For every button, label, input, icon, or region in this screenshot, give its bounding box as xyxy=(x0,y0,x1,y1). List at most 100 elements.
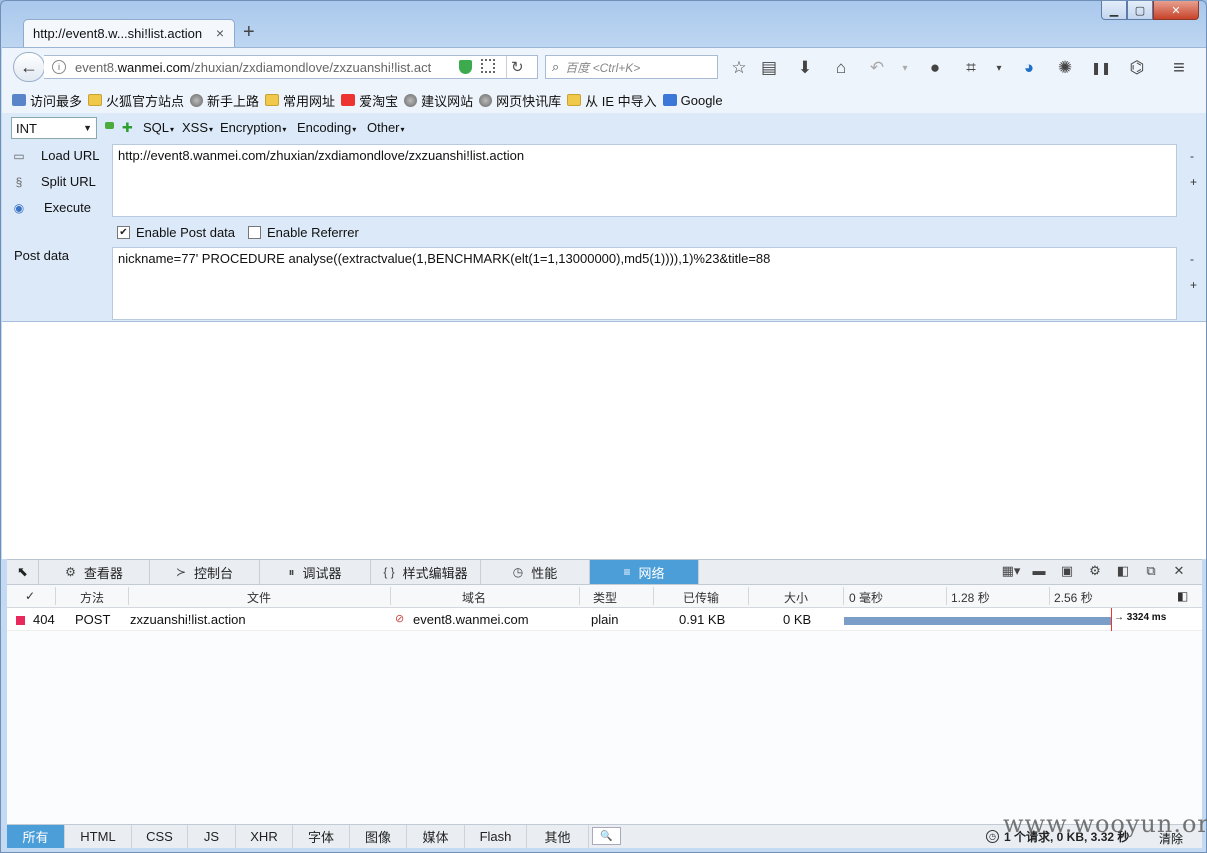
filter-media[interactable]: 媒体 xyxy=(407,825,465,848)
extension-icon[interactable]: ◕ xyxy=(1018,57,1040,79)
close-devtools-icon[interactable]: ✕ xyxy=(1165,563,1193,579)
tab-network[interactable]: ≡ 网络 xyxy=(590,560,699,584)
security-shield-icon[interactable] xyxy=(459,60,472,74)
bookmark-item[interactable]: 爱淘宝 xyxy=(341,91,398,110)
chat-icon[interactable]: ● xyxy=(924,57,946,79)
menu-icon[interactable]: ≡ xyxy=(1168,57,1190,79)
responsive-icon[interactable]: ▬ xyxy=(1025,563,1053,579)
menu-encoding[interactable]: Encoding xyxy=(297,120,356,135)
increment-icon[interactable]: ✚ xyxy=(122,120,133,136)
encoding-select[interactable]: INT ▼ xyxy=(11,117,97,139)
reload-icon[interactable]: ↻ xyxy=(511,58,524,76)
back-button[interactable]: ← xyxy=(13,52,45,82)
col-domain[interactable]: 域名 xyxy=(462,589,486,606)
filter-all[interactable]: 所有 xyxy=(7,825,65,848)
filter-fonts[interactable]: 字体 xyxy=(293,825,350,848)
filter-xhr[interactable]: XHR xyxy=(236,825,293,848)
col-size[interactable]: 大小 xyxy=(784,589,808,606)
tab-label: 查看器 xyxy=(83,565,123,581)
col-method[interactable]: 方法 xyxy=(80,589,104,606)
scratchpad-icon[interactable]: ▣ xyxy=(1053,563,1081,579)
chevron-down-icon: ▼ xyxy=(83,123,92,133)
decrement-icon[interactable] xyxy=(105,122,114,129)
post-data-textarea[interactable]: nickname=77' PROCEDURE analyse((extractv… xyxy=(112,247,1177,320)
post-grow-button[interactable]: + xyxy=(1190,278,1197,292)
close-window-button[interactable]: ✕ xyxy=(1153,1,1199,20)
bookmark-item[interactable]: 网页快讯库 xyxy=(479,91,561,110)
execute-button[interactable]: ◉ Execute xyxy=(11,200,91,215)
qrcode-icon[interactable] xyxy=(481,59,495,73)
enable-referrer-checkbox[interactable]: Enable Referrer xyxy=(248,225,359,240)
undo-dropdown-icon[interactable]: ▾ xyxy=(894,57,916,79)
menu-other[interactable]: Other xyxy=(367,120,405,135)
waterfall-tick-2: 2.56 秒 xyxy=(1054,591,1093,605)
download-icon[interactable]: ⬇ xyxy=(794,57,816,79)
bookmark-item[interactable]: 从 IE 中导入 xyxy=(567,91,657,110)
post-shrink-button[interactable]: - xyxy=(1190,252,1194,266)
filter-images[interactable]: 图像 xyxy=(350,825,407,848)
bookmark-item[interactable]: 常用网址 xyxy=(265,91,335,110)
undock-icon[interactable]: ⧉ xyxy=(1137,563,1165,579)
col-status[interactable]: ✓ xyxy=(25,589,35,603)
bookmark-item[interactable]: 火狐官方站点 xyxy=(88,91,184,110)
enable-post-checkbox[interactable]: ✔ Enable Post data xyxy=(117,225,235,240)
load-url-label: Load URL xyxy=(41,148,100,163)
filter-search-icon[interactable]: 🔍 xyxy=(592,827,621,845)
tab-performance[interactable]: ◷ 性能 xyxy=(481,560,590,584)
bookmark-item[interactable]: 建议网站 xyxy=(404,91,473,110)
col-transferred[interactable]: 已传输 xyxy=(683,589,719,606)
enable-referrer-label: Enable Referrer xyxy=(267,225,359,240)
crop-icon[interactable]: ⌗ xyxy=(960,57,982,79)
tab-console[interactable]: ≻ 控制台 xyxy=(150,560,260,584)
firebug-icon[interactable]: ✺ xyxy=(1054,57,1076,79)
filter-flash[interactable]: Flash xyxy=(465,825,527,848)
select-value: INT xyxy=(16,120,37,136)
footprint-icon[interactable]: ❚❚ xyxy=(1090,57,1112,79)
bookmark-item[interactable]: Google xyxy=(662,93,723,108)
tab-style-editor[interactable]: { } 样式编辑器 xyxy=(371,560,481,584)
url-shrink-button[interactable]: - xyxy=(1190,149,1194,163)
undo-icon[interactable]: ↶ xyxy=(866,57,888,79)
tab-debugger[interactable]: ⏸ 调试器 xyxy=(260,560,371,584)
reading-list-icon[interactable]: ▤ xyxy=(758,57,780,79)
url-grow-button[interactable]: + xyxy=(1190,175,1197,189)
url-textarea[interactable]: http://event8.wanmei.com/zhuxian/zxdiamo… xyxy=(112,144,1177,217)
tick-separator xyxy=(1049,587,1050,605)
waterfall-toggle-icon[interactable]: ◧ xyxy=(1177,589,1188,603)
element-picker-icon[interactable]: ⬉ xyxy=(7,560,39,584)
filter-js[interactable]: JS xyxy=(188,825,236,848)
tab-inspector[interactable]: ⚙ 查看器 xyxy=(39,560,150,584)
dock-side-icon[interactable]: ◧ xyxy=(1109,563,1137,579)
bookmark-item[interactable]: 新手上路 xyxy=(190,91,259,110)
menu-sql[interactable]: SQL xyxy=(143,120,174,135)
filter-other[interactable]: 其他 xyxy=(527,825,589,848)
inspector-icon: ⚙ xyxy=(65,565,76,579)
tab-close-icon[interactable]: × xyxy=(216,25,224,41)
watermark: www.wooyun.org xyxy=(1003,810,1207,838)
split-console-icon[interactable]: ▦▾ xyxy=(997,563,1025,579)
minimize-button[interactable]: ▁ xyxy=(1101,1,1127,20)
new-tab-button[interactable]: + xyxy=(243,21,255,44)
settings-icon[interactable]: ⚙ xyxy=(1081,563,1109,579)
maximize-button[interactable]: ▢ xyxy=(1127,1,1153,20)
filter-html[interactable]: HTML xyxy=(65,825,132,848)
load-url-icon: ▭ xyxy=(13,148,25,163)
crop-dropdown-icon[interactable]: ▾ xyxy=(988,57,1010,79)
tab-label: 网络 xyxy=(638,565,665,581)
col-separator xyxy=(843,587,844,605)
bookmark-star-icon[interactable]: ☆ xyxy=(728,57,750,79)
menu-xss[interactable]: XSS xyxy=(182,120,213,135)
filter-css[interactable]: CSS xyxy=(132,825,188,848)
browser-tab[interactable]: http://event8.w...shi!list.action × xyxy=(23,19,235,47)
bookmark-item[interactable]: 访问最多 xyxy=(12,91,82,110)
menu-encryption[interactable]: Encryption xyxy=(220,120,286,135)
home-icon[interactable]: ⌂ xyxy=(830,57,852,79)
sitemap-icon[interactable]: ⌬ xyxy=(1126,57,1148,79)
split-url-button[interactable]: § Split URL xyxy=(11,174,96,189)
site-info-icon[interactable]: i xyxy=(52,60,66,74)
load-url-button[interactable]: ▭ Load URL xyxy=(11,148,100,163)
search-input[interactable]: ⌕ 百度 <Ctrl+K> xyxy=(545,55,718,79)
folder-icon xyxy=(88,94,103,106)
col-file[interactable]: 文件 xyxy=(247,589,271,606)
col-type[interactable]: 类型 xyxy=(593,589,617,606)
